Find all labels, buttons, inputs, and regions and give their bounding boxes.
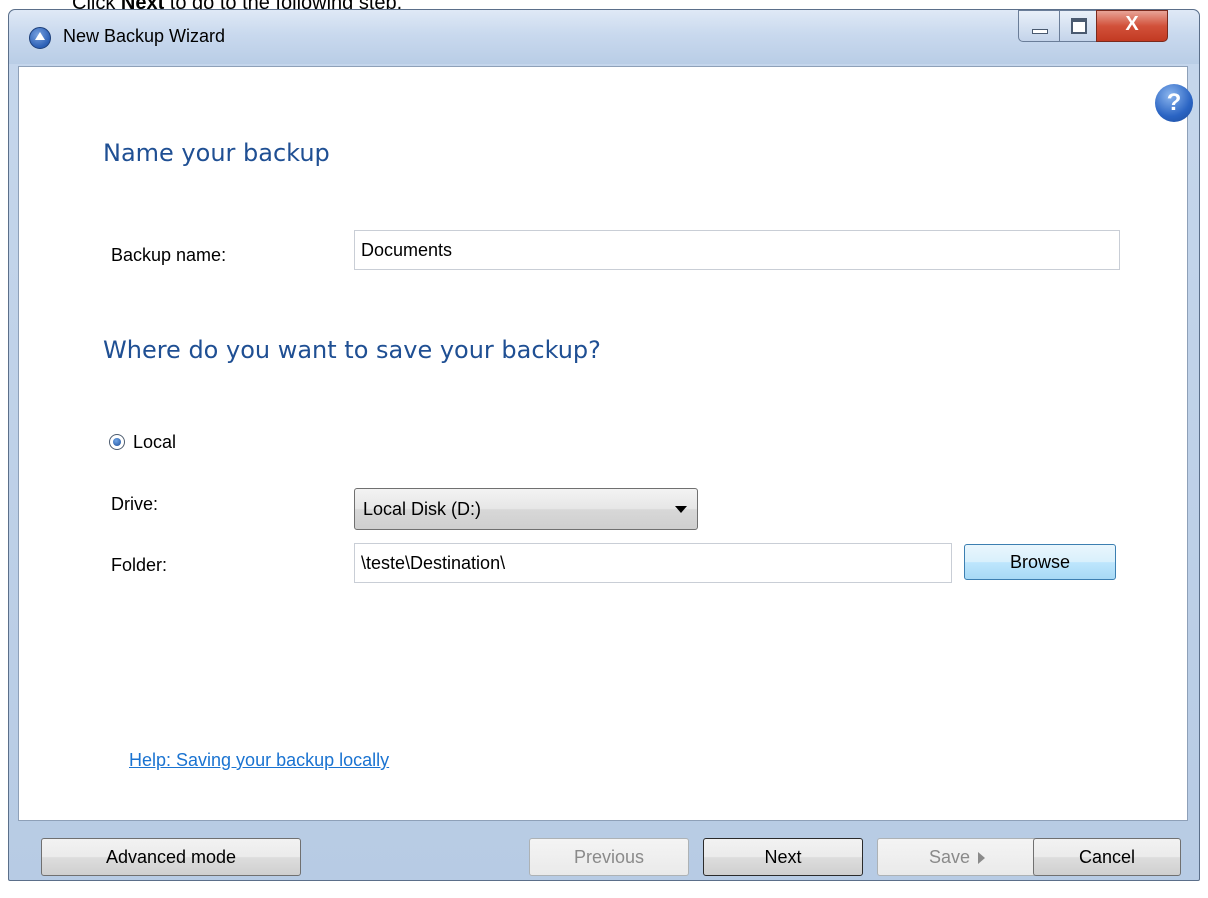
backup-name-input[interactable]: Documents: [354, 230, 1120, 270]
previous-button[interactable]: Previous: [529, 838, 689, 876]
title-bar[interactable]: New Backup Wizard X: [9, 10, 1199, 64]
drive-select[interactable]: Local Disk (D:): [354, 488, 698, 530]
folder-input[interactable]: \teste\Destination\: [354, 543, 952, 583]
minimize-button[interactable]: [1018, 10, 1060, 42]
cancel-button[interactable]: Cancel: [1033, 838, 1181, 876]
drive-select-value: Local Disk (D:): [363, 499, 482, 519]
save-location-heading: Where do you want to save your backup?: [103, 336, 601, 364]
advanced-mode-button[interactable]: Advanced mode: [41, 838, 301, 876]
save-button[interactable]: Save: [877, 838, 1037, 876]
help-saving-locally-link[interactable]: Help: Saving your backup locally: [129, 750, 389, 771]
wizard-footer: Advanced mode Previous Next Save Cancel: [9, 822, 1201, 882]
save-button-label: Save: [928, 847, 971, 867]
close-button[interactable]: X: [1096, 10, 1168, 42]
window-title: New Backup Wizard: [63, 26, 226, 46]
drive-label: Drive:: [111, 494, 159, 514]
play-arrow-icon: [978, 852, 986, 865]
wizard-window: New Backup Wizard X ? Name your backup B…: [8, 9, 1200, 881]
browse-button[interactable]: Browse: [964, 544, 1116, 580]
local-radio-label: Local: [133, 432, 177, 452]
next-button[interactable]: Next: [703, 838, 863, 876]
local-radio-button[interactable]: [109, 434, 125, 450]
backup-app-icon: [29, 27, 51, 49]
wizard-content: ? Name your backup Backup name: Document…: [18, 66, 1193, 821]
maximize-button[interactable]: [1059, 10, 1097, 42]
backup-name-label: Backup name:: [111, 245, 227, 265]
close-icon: X: [1125, 13, 1139, 35]
name-backup-heading: Name your backup: [103, 139, 330, 167]
chevron-down-icon: [675, 506, 687, 513]
folder-label: Folder:: [111, 555, 168, 575]
help-icon[interactable]: ?: [1155, 84, 1193, 122]
